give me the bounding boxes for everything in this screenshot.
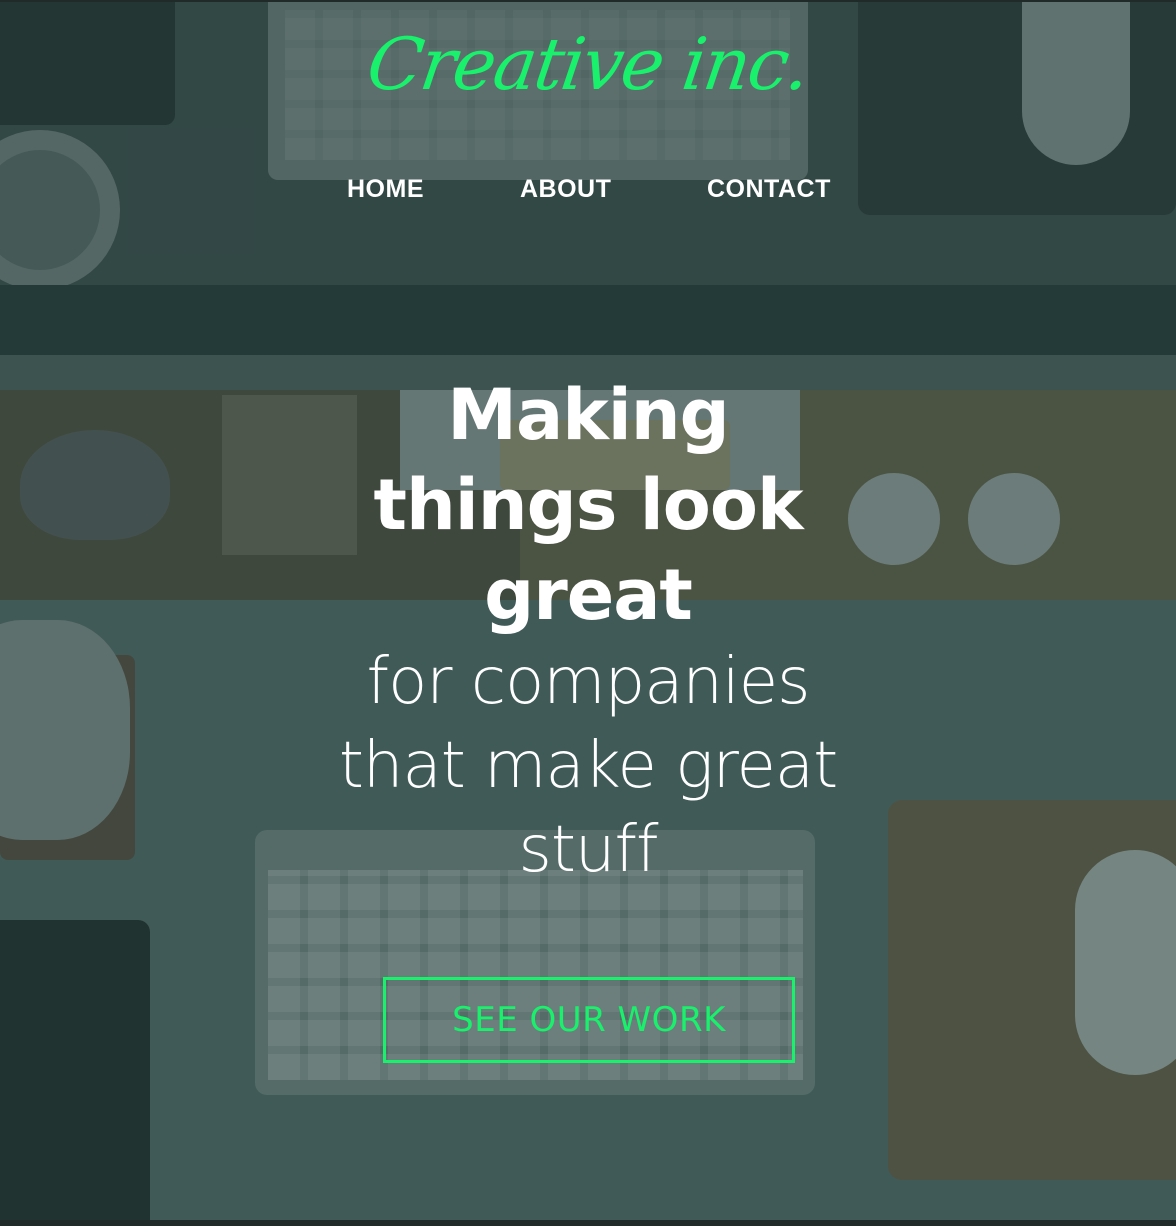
hero-headline-line: Making [447,374,729,456]
logo-text: Creative inc. [362,22,814,106]
top-border [0,0,1176,2]
landing-page: Creative inc. HOME ABOUT CONTACT Making … [0,0,1176,1226]
nav-item-contact[interactable]: CONTACT [707,172,831,206]
hero-headline: Making things look great [238,370,938,640]
hero-subheadline-line: that make great [338,729,838,803]
logo[interactable]: Creative inc. [0,22,1176,106]
nav-item-about[interactable]: ABOUT [520,172,611,206]
hero-subheadline-line: stuff [518,813,658,887]
hero-headline-line: things look [373,464,804,546]
hero-headline-line: great [484,554,693,636]
hero-subheadline-line: for companies [366,645,811,719]
hero-section: Making things look great for companies t… [238,370,938,892]
main-nav: HOME ABOUT CONTACT [0,172,1176,206]
hero-subheadline: for companies that make great stuff [238,640,938,892]
bottom-border [0,1220,1176,1226]
nav-item-home[interactable]: HOME [347,172,424,206]
see-our-work-button[interactable]: SEE OUR WORK [383,977,795,1063]
